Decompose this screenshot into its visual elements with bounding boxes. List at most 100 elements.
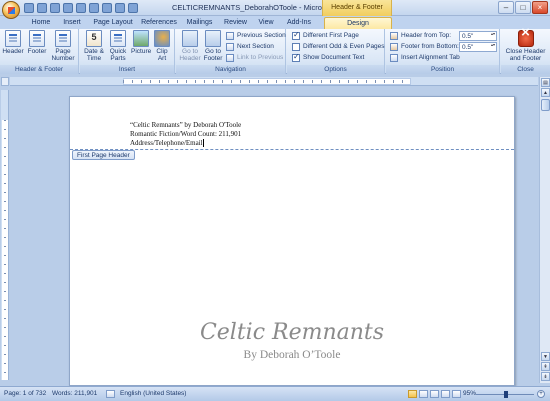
group-label-close: Close [501, 65, 550, 74]
scroll-thumb[interactable] [541, 99, 550, 111]
window-controls: – □ × [498, 1, 548, 14]
quick-parts-button[interactable]: Quick Parts [107, 30, 129, 64]
header-boundary [70, 149, 514, 150]
outline-icon[interactable] [441, 390, 450, 398]
zoom-level[interactable]: 95% [463, 390, 476, 397]
ruler-ticks [4, 120, 6, 380]
different-odd-even-checkbox[interactable]: Different Odd & Even Pages [292, 42, 385, 52]
checkbox-icon [292, 30, 300, 40]
group-close: Close Header and Footer Close [501, 29, 550, 74]
previous-page-icon[interactable]: ⇞ [541, 362, 550, 371]
header-position-icon [390, 32, 398, 40]
go-to-header-button[interactable]: Go to Header [179, 30, 201, 64]
tab-design[interactable]: Design [324, 17, 392, 29]
group-navigation: Go to Header Go to Footer Previous Secti… [176, 29, 286, 74]
link-to-previous-button[interactable]: Link to Previous [226, 53, 283, 63]
header-line: Address/Telephone/Email [130, 139, 204, 148]
word-count[interactable]: Words: 211,901 [52, 390, 97, 397]
undo-icon[interactable] [37, 3, 47, 13]
document-title[interactable]: Celtic Remnants [70, 320, 514, 345]
next-page-icon[interactable]: ⇟ [541, 372, 550, 381]
different-first-page-checkbox[interactable]: Different First Page [292, 30, 359, 41]
tab-references[interactable]: References [139, 17, 179, 29]
header-icon [5, 30, 21, 47]
tab-page-layout[interactable]: Page Layout [90, 17, 136, 29]
zoom-in-icon[interactable]: + [537, 390, 545, 398]
tab-home[interactable]: Home [26, 17, 56, 29]
save-icon[interactable] [24, 3, 34, 13]
tab-mailings[interactable]: Mailings [183, 17, 216, 29]
header-from-top-control: Header from Top: 0.5" [390, 31, 497, 41]
picture-button[interactable]: Picture [131, 30, 151, 64]
footer-position-icon [390, 43, 398, 51]
print-icon[interactable] [63, 3, 73, 13]
vertical-ruler[interactable] [1, 90, 9, 380]
quick-parts-icon [110, 30, 126, 47]
vertical-scrollbar[interactable]: ▤ ▲ ▼ ⇞ ⇟ [539, 77, 550, 383]
alignment-tab-icon [390, 54, 398, 62]
customize-qat-icon[interactable] [128, 3, 138, 13]
group-label-navigation: Navigation [176, 65, 285, 74]
scroll-down-icon[interactable]: ▼ [541, 352, 550, 361]
header-button[interactable]: Header [2, 30, 24, 64]
scroll-up-icon[interactable]: ▲ [541, 88, 550, 97]
zoom-slider-handle[interactable] [504, 391, 509, 398]
go-to-footer-icon [205, 30, 221, 47]
close-window-icon[interactable]: × [532, 1, 548, 14]
close-header-footer-icon [517, 29, 534, 47]
document-page[interactable]: “Celtic Remnants” by Deborah O'Toole Rom… [69, 96, 515, 386]
show-document-text-checkbox[interactable]: Show Document Text [292, 52, 364, 63]
ruler-ticks [123, 80, 411, 83]
group-label-insert: Insert [80, 65, 174, 74]
web-layout-icon[interactable] [430, 390, 439, 398]
group-header-footer: Header Footer Page Number Header & Foote… [0, 29, 79, 74]
office-button[interactable] [2, 1, 20, 19]
link-icon [226, 54, 234, 62]
close-header-footer-button[interactable]: Close Header and Footer [503, 29, 548, 64]
previous-section-button[interactable]: Previous Section [226, 31, 286, 41]
insert-alignment-tab-button[interactable]: Insert Alignment Tab [390, 53, 460, 63]
page-number-icon [55, 30, 71, 47]
language[interactable]: English (United States) [120, 390, 186, 397]
print-layout-icon[interactable] [408, 390, 417, 398]
tab-add-ins[interactable]: Add-Ins [284, 17, 314, 29]
maximize-icon[interactable]: □ [515, 1, 531, 14]
tab-view[interactable]: View [255, 17, 277, 29]
clip-art-button[interactable]: Clip Art [153, 30, 171, 64]
group-position: Header from Top: 0.5" Footer from Bottom… [386, 29, 500, 74]
redo-icon[interactable] [50, 3, 60, 13]
footer-icon [29, 30, 45, 47]
draft-icon[interactable] [452, 390, 461, 398]
view-ruler-icon[interactable]: ▤ [541, 78, 550, 87]
open-icon[interactable] [76, 3, 86, 13]
tab-insert[interactable]: Insert [58, 17, 86, 29]
format-painter-icon[interactable] [115, 3, 125, 13]
footer-from-bottom-control: Footer from Bottom: 0.5" [390, 42, 497, 52]
header-line: Romantic Fiction/Word Count: 211,901 [130, 130, 242, 138]
header-from-top-input[interactable]: 0.5" [459, 31, 497, 41]
previous-section-icon [226, 32, 234, 40]
footer-from-bottom-input[interactable]: 0.5" [459, 42, 497, 52]
group-insert: Date & Time Quick Parts Picture Clip Art… [80, 29, 175, 74]
go-to-header-icon [182, 30, 198, 47]
tab-selector[interactable] [1, 77, 9, 86]
new-document-icon[interactable] [102, 3, 112, 13]
spelling-icon[interactable] [89, 3, 99, 13]
go-to-footer-button[interactable]: Go to Footer [202, 30, 224, 64]
page-count[interactable]: Page: 1 of 732 [4, 390, 46, 397]
horizontal-ruler[interactable] [10, 77, 538, 86]
footer-button[interactable]: Footer [26, 30, 48, 64]
tab-review[interactable]: Review [221, 17, 250, 29]
group-label-header-footer: Header & Footer [0, 65, 78, 74]
full-screen-reading-icon[interactable] [419, 390, 428, 398]
header-content[interactable]: “Celtic Remnants” by Deborah O'Toole Rom… [130, 121, 241, 148]
proofing-icon[interactable] [106, 390, 115, 398]
next-section-button[interactable]: Next Section [226, 42, 274, 52]
page-number-button[interactable]: Page Number [50, 30, 76, 64]
minimize-icon[interactable]: – [498, 1, 514, 14]
status-bar: Page: 1 of 732 Words: 211,901 English (U… [0, 386, 550, 401]
calendar-icon [86, 30, 102, 47]
picture-icon [133, 30, 149, 47]
document-subtitle[interactable]: By Deborah O’Toole [70, 349, 514, 361]
date-time-button[interactable]: Date & Time [83, 30, 105, 64]
